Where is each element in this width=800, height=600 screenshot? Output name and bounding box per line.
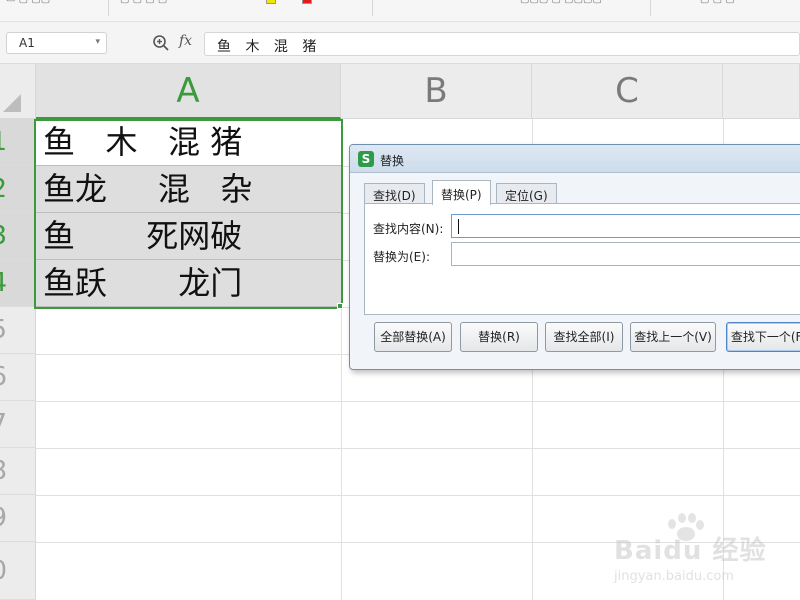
grid-line	[341, 119, 342, 600]
row-header[interactable]: 8	[0, 448, 36, 495]
column-header-d[interactable]	[723, 64, 800, 119]
wps-logo-icon: S	[358, 151, 374, 167]
text-caret	[458, 219, 459, 234]
toolbar-partial-item[interactable]: ▭ ▢ ▢▢	[6, 0, 50, 8]
cell-a3[interactable]: 鱼 死网破	[36, 213, 341, 260]
row-header[interactable]: 1	[0, 119, 36, 166]
formula-bar: A1 ▾ fx 鱼 木 混 猪	[0, 22, 800, 64]
cell-a1[interactable]: 鱼 木 混 猪	[36, 119, 341, 166]
dialog-title: 替换	[380, 154, 405, 168]
toolbar-partial-item[interactable]: ▢ ▢ ▢	[700, 0, 735, 8]
row-header[interactable]: 4	[0, 260, 36, 307]
row-header[interactable]: 3	[0, 213, 36, 260]
fill-handle[interactable]	[337, 303, 343, 309]
cell-a2[interactable]: 鱼龙 混 杂	[36, 166, 341, 213]
font-color-icon[interactable]	[302, 0, 312, 4]
baidu-jingyan-watermark: Baidu 经验 jingyan.baidu.com	[600, 512, 800, 598]
grid-line	[36, 448, 800, 449]
corner-triangle-icon	[3, 94, 21, 112]
row-number: 5	[0, 307, 7, 353]
watermark-url: jingyan.baidu.com	[614, 569, 734, 584]
replace-all-button[interactable]: 全部替换(A)	[374, 322, 452, 352]
cell-a4[interactable]: 鱼跃 龙门	[36, 260, 341, 307]
toolbar-partial-item[interactable]: ▢▢▢ ▢ ▢▢▢▢	[520, 0, 602, 8]
row-number: 10	[0, 542, 7, 599]
name-box[interactable]: A1 ▾	[6, 32, 107, 54]
row-header[interactable]: 7	[0, 401, 36, 448]
formula-input[interactable]: 鱼 木 混 猪	[204, 32, 800, 56]
row-header[interactable]: 9	[0, 495, 36, 542]
find-next-button[interactable]: 查找下一个(F)	[726, 322, 800, 352]
row-header[interactable]: 10	[0, 542, 36, 600]
row-header[interactable]: 2	[0, 166, 36, 213]
find-what-input[interactable]	[451, 214, 800, 238]
row-number: 6	[0, 354, 7, 400]
column-header-c[interactable]: C	[532, 64, 723, 119]
name-box-value: A1	[19, 36, 35, 50]
row-number: 9	[0, 495, 7, 541]
select-all-corner[interactable]	[0, 64, 36, 119]
chevron-down-icon[interactable]: ▾	[95, 37, 100, 47]
toolbar-separator	[650, 0, 651, 16]
column-header-b[interactable]: B	[341, 64, 532, 119]
ribbon-toolbar: ▭ ▢ ▢▢ ▢ ▢ ▢ ▢ ▢▢▢ ▢ ▢▢▢▢ ▢ ▢ ▢	[0, 0, 800, 22]
row-header[interactable]: 5	[0, 307, 36, 354]
column-header-a[interactable]: A	[36, 64, 341, 119]
grid-line	[36, 495, 800, 496]
row-number: 3	[0, 213, 7, 259]
find-previous-button[interactable]: 查找上一个(V)	[630, 322, 716, 352]
tab-goto[interactable]: 定位(G)	[496, 183, 557, 205]
highlight-color-icon[interactable]	[266, 0, 276, 4]
find-what-label: 查找内容(N):	[373, 222, 444, 236]
replace-with-label: 替换为(E):	[373, 250, 430, 264]
find-all-button[interactable]: 查找全部(I)	[545, 322, 623, 352]
replace-button[interactable]: 替换(R)	[460, 322, 538, 352]
row-number: 7	[0, 401, 7, 447]
zoom-icon[interactable]	[152, 34, 170, 52]
watermark-brand: Baidu 经验	[614, 536, 767, 566]
toolbar-separator	[372, 0, 373, 16]
replace-dialog: S 替换 查找(D) 替换(P) 定位(G) 查找内容(N): 替换为(E): …	[349, 144, 800, 370]
grid-line	[36, 401, 800, 402]
dialog-title-bar[interactable]: S 替换	[350, 145, 800, 173]
toolbar-partial-item[interactable]: ▢ ▢ ▢ ▢	[120, 0, 167, 8]
tab-replace[interactable]: 替换(P)	[432, 180, 491, 205]
tab-find[interactable]: 查找(D)	[364, 183, 425, 205]
row-number: 2	[0, 166, 7, 212]
row-number: 8	[0, 448, 7, 494]
row-number: 4	[0, 260, 7, 306]
replace-with-input[interactable]	[451, 242, 800, 266]
fx-icon[interactable]: fx	[179, 33, 192, 49]
toolbar-separator	[108, 0, 109, 16]
row-number: 1	[0, 119, 7, 165]
row-header[interactable]: 6	[0, 354, 36, 401]
